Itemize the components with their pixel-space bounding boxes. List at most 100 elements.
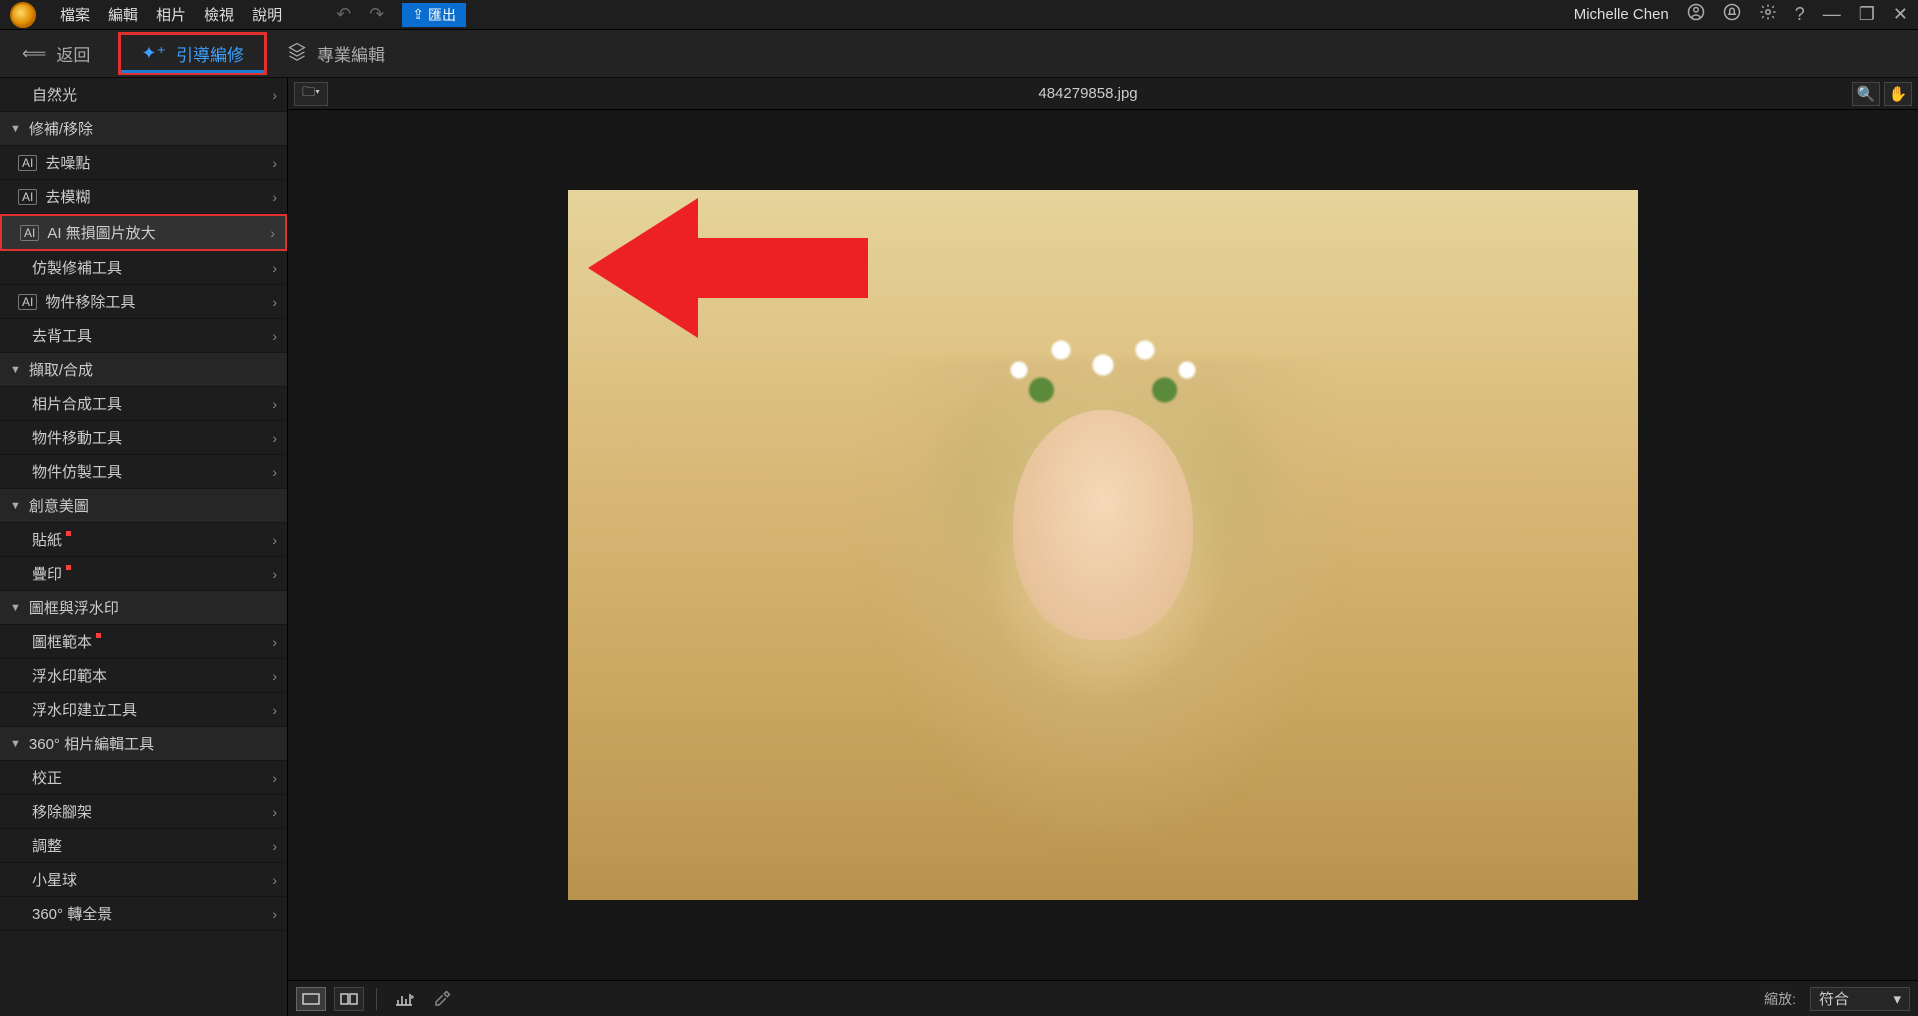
user-name: Michelle Chen — [1574, 6, 1669, 23]
item-label: AI 無損圖片放大 — [47, 222, 155, 243]
ai-badge-icon: AI — [20, 225, 39, 241]
triangle-down-icon: ▼ — [10, 123, 21, 135]
sidebar-group-header[interactable]: ▼圖框與浮水印 — [0, 591, 287, 625]
mode-toolbar: ⟸ 返回 ✦⁺ 引導編修 專業編輯 — [0, 30, 1918, 78]
chevron-down-icon: ▾ — [1893, 990, 1901, 1008]
folder-dropdown[interactable]: 🗀▾ — [294, 82, 328, 106]
sidebar-item[interactable]: 疊印› — [0, 557, 287, 591]
back-button[interactable]: ⟸ 返回 — [0, 30, 118, 77]
photo-flower-crown — [963, 320, 1243, 420]
menu-bar: 檔案 編輯 相片 檢視 說明 ↶ ↷ ⇪ 匯出 Michelle Chen ? … — [0, 0, 1918, 30]
sidebar-item[interactable]: 調整 › — [0, 829, 287, 863]
close-icon[interactable]: ✕ — [1893, 4, 1908, 25]
triangle-down-icon: ▼ — [10, 500, 21, 512]
chevron-right-icon: › — [272, 838, 277, 854]
histogram-button[interactable] — [389, 987, 419, 1011]
sidebar-item[interactable]: 去背工具› — [0, 319, 287, 353]
new-dot-icon — [96, 633, 101, 638]
chevron-right-icon: › — [272, 532, 277, 548]
item-label: 物件移動工具 — [32, 427, 122, 448]
zoom-value: 符合 — [1819, 988, 1849, 1009]
chevron-right-icon: › — [270, 225, 275, 241]
sidebar-item[interactable]: 360° 轉全景› — [0, 897, 287, 931]
item-label: 浮水印建立工具 — [32, 699, 137, 720]
menu-view[interactable]: 檢視 — [204, 4, 234, 25]
sidebar-group-header[interactable]: ▼擷取/合成 — [0, 353, 287, 387]
export-button[interactable]: ⇪ 匯出 — [402, 3, 466, 27]
group-title: 修補/移除 — [29, 118, 93, 139]
settings-icon[interactable] — [1759, 3, 1777, 26]
canvas-area: 🗀▾ 484279858.jpg 🔍 ✋ — [288, 78, 1918, 1016]
sidebar-item[interactable]: AI去模糊› — [0, 180, 287, 214]
pan-tool-button[interactable]: ✋ — [1884, 82, 1912, 106]
redo-icon[interactable]: ↷ — [369, 4, 384, 25]
sidebar-item[interactable]: 圖框範本› — [0, 625, 287, 659]
sidebar-item[interactable]: 貼紙› — [0, 523, 287, 557]
chevron-right-icon: › — [272, 189, 277, 205]
menu-file[interactable]: 檔案 — [60, 4, 90, 25]
canvas-header: 🗀▾ 484279858.jpg 🔍 ✋ — [288, 78, 1918, 110]
user-icon[interactable] — [1687, 3, 1705, 26]
folder-icon: 🗀▾ — [302, 83, 320, 105]
back-arrow-icon: ⟸ — [22, 44, 46, 64]
chevron-right-icon: › — [272, 668, 277, 684]
sidebar[interactable]: 自然光 › ▼修補/移除AI去噪點›AI去模糊›AIAI 無損圖片放大›仿製修補… — [0, 78, 288, 1016]
view-compare-button[interactable] — [334, 987, 364, 1011]
item-label: 自然光 — [32, 84, 77, 105]
sidebar-group-header[interactable]: ▼360° 相片編輯工具 — [0, 727, 287, 761]
sidebar-item[interactable]: 相片合成工具› — [0, 387, 287, 421]
group-title: 創意美圖 — [29, 495, 89, 516]
new-dot-icon — [66, 531, 71, 536]
sidebar-item[interactable]: 浮水印範本 › — [0, 659, 287, 693]
chevron-right-icon: › — [272, 260, 277, 276]
sidebar-item[interactable]: 物件仿製工具› — [0, 455, 287, 489]
sidebar-group-header[interactable]: ▼ 修補/移除 — [0, 112, 287, 146]
menu-help[interactable]: 說明 — [252, 4, 282, 25]
sidebar-item-natural-light[interactable]: 自然光 › — [0, 78, 287, 112]
sidebar-item[interactable]: AI物件移除工具› — [0, 285, 287, 319]
chevron-right-icon: › — [272, 294, 277, 310]
bottom-bar: 縮放: 符合 ▾ — [288, 980, 1918, 1016]
group-title: 擷取/合成 — [29, 359, 93, 380]
maximize-icon[interactable]: ❐ — [1859, 4, 1875, 25]
item-label: 浮水印範本 — [32, 665, 107, 686]
eyedropper-button[interactable] — [427, 987, 457, 1011]
chevron-right-icon: › — [272, 770, 277, 786]
sidebar-item[interactable]: 浮水印建立工具› — [0, 693, 287, 727]
hand-icon: ✋ — [1889, 85, 1908, 103]
zoom-tool-button[interactable]: 🔍 — [1852, 82, 1880, 106]
help-icon[interactable]: ? — [1795, 4, 1805, 25]
item-label: 去背工具 — [32, 325, 92, 346]
view-single-button[interactable] — [296, 987, 326, 1011]
chevron-right-icon: › — [272, 872, 277, 888]
zoom-select[interactable]: 符合 ▾ — [1810, 987, 1910, 1011]
sidebar-item[interactable]: AI AI 無損圖片放大 › — [0, 214, 287, 251]
sidebar-item[interactable]: 小星球 › — [0, 863, 287, 897]
sidebar-item[interactable]: 校正 › — [0, 761, 287, 795]
undo-icon[interactable]: ↶ — [336, 4, 351, 25]
sidebar-item[interactable]: 仿製修補工具› — [0, 251, 287, 285]
menu-edit[interactable]: 編輯 — [108, 4, 138, 25]
image-viewport[interactable] — [288, 110, 1918, 980]
item-label: 物件移除工具 — [45, 291, 135, 312]
sidebar-group-header[interactable]: ▼ 創意美圖 — [0, 489, 287, 523]
tab-guided-edit[interactable]: ✦⁺ 引導編修 — [118, 32, 267, 75]
minimize-icon[interactable]: — — [1823, 4, 1841, 25]
chevron-right-icon: › — [272, 155, 277, 171]
sidebar-item[interactable]: AI去噪點› — [0, 146, 287, 180]
item-label: 去噪點 — [45, 152, 90, 173]
item-label: 疊印 — [32, 563, 62, 584]
item-label: 調整 — [32, 835, 62, 856]
bell-icon[interactable] — [1723, 3, 1741, 26]
chevron-right-icon: › — [272, 87, 277, 103]
tab-expert-edit[interactable]: 專業編輯 — [267, 30, 405, 77]
preview-image — [568, 190, 1638, 900]
main-area: 自然光 › ▼修補/移除AI去噪點›AI去模糊›AIAI 無損圖片放大›仿製修補… — [0, 78, 1918, 1016]
chevron-right-icon: › — [272, 804, 277, 820]
sidebar-item[interactable]: 物件移動工具 › — [0, 421, 287, 455]
item-label: 校正 — [32, 767, 62, 788]
chevron-right-icon: › — [272, 430, 277, 446]
sidebar-item[interactable]: 移除腳架› — [0, 795, 287, 829]
item-label: 小星球 — [32, 869, 77, 890]
menu-photo[interactable]: 相片 — [156, 4, 186, 25]
